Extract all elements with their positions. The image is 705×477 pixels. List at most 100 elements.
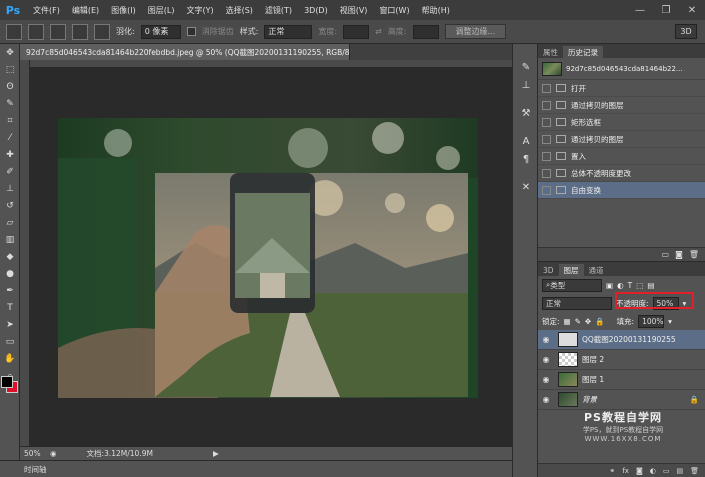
camera-icon[interactable]: ◙	[675, 250, 683, 259]
visibility-eye-icon[interactable]: ◉	[538, 355, 554, 364]
status-arrow-icon[interactable]: ▶	[213, 449, 219, 458]
layer-kind-select[interactable]: ⌕ 类型	[542, 278, 602, 292]
filter-smart-icon[interactable]: ▤	[647, 281, 654, 290]
tab-history[interactable]: 历史记录	[563, 46, 603, 58]
history-brush-source-icon[interactable]	[542, 185, 551, 195]
clone-stamp-icon[interactable]: ⊥	[0, 180, 20, 197]
subtract-selection-icon[interactable]	[72, 23, 88, 40]
close-icon[interactable]: ✕	[679, 0, 705, 20]
menu-edit[interactable]: 编辑(E)	[66, 5, 105, 16]
link-layers-icon[interactable]: ⚭	[609, 467, 615, 475]
layer-row[interactable]: ◉ 图层 1	[538, 370, 705, 390]
brush-icon[interactable]: ✐	[0, 163, 20, 180]
history-item[interactable]: 总体不透明度更改	[538, 165, 705, 182]
group-icon[interactable]: ▭	[663, 467, 670, 475]
hand-icon[interactable]: ✋	[0, 350, 20, 367]
style-select[interactable]: 正常	[264, 24, 313, 39]
quick-select-icon[interactable]: ✎	[0, 95, 20, 112]
gradient-icon[interactable]: ▥	[0, 231, 20, 248]
history-item[interactable]: 矩形选框	[538, 114, 705, 131]
new-selection-icon[interactable]	[28, 23, 44, 40]
foreground-color-swatch[interactable]	[1, 376, 13, 388]
menu-type[interactable]: 文字(Y)	[180, 5, 219, 16]
fill-input[interactable]: 100%	[638, 314, 665, 328]
blend-mode-select[interactable]: 正常	[542, 296, 612, 310]
healing-brush-icon[interactable]: ✚	[0, 146, 20, 163]
filter-type-icon[interactable]: T	[628, 281, 633, 290]
tools-icon[interactable]: ✕	[513, 178, 539, 196]
lock-move-icon[interactable]: ✥	[585, 317, 591, 326]
tab-layers[interactable]: 图层	[558, 264, 584, 276]
timeline-bar[interactable]: 时间轴	[0, 460, 512, 477]
layer-row-selected[interactable]: ◉ QQ截图20200131190255	[538, 330, 705, 350]
menu-select[interactable]: 选择(S)	[220, 5, 259, 16]
menu-layer[interactable]: 图层(L)	[142, 5, 181, 16]
antialias-checkbox[interactable]	[186, 27, 196, 36]
width-input[interactable]	[343, 24, 370, 39]
visibility-eye-icon[interactable]: ◉	[538, 375, 554, 384]
history-brush-source-icon[interactable]	[542, 151, 551, 161]
trash-icon[interactable]: 🗑	[689, 250, 699, 259]
layer-row[interactable]: ◉ 图层 2	[538, 350, 705, 370]
history-item-selected[interactable]: 自由变换	[538, 182, 705, 199]
type-tool-icon[interactable]: T	[0, 299, 20, 316]
3d-workspace-button[interactable]: 3D	[675, 24, 697, 39]
intersect-selection-icon[interactable]	[94, 23, 110, 40]
height-input[interactable]	[412, 24, 439, 39]
lock-paint-icon[interactable]: ✎	[575, 317, 581, 326]
maximize-icon[interactable]: ❐	[653, 0, 679, 20]
paragraph-icon[interactable]: ¶	[513, 150, 539, 168]
tab-properties[interactable]: 属性	[538, 46, 563, 58]
history-brush-icon[interactable]: ↺	[0, 197, 20, 214]
history-snapshot[interactable]: 92d7c85d046543cda81464b22...	[538, 58, 705, 80]
menu-file[interactable]: 文件(F)	[27, 5, 66, 16]
history-item[interactable]: 打开	[538, 80, 705, 97]
history-brush-source-icon[interactable]	[542, 100, 551, 110]
character-icon[interactable]: A	[513, 132, 539, 150]
lock-transparent-icon[interactable]: ▦	[564, 317, 571, 326]
filter-shape-icon[interactable]: ⬚	[636, 281, 643, 290]
eraser-icon[interactable]: ▱	[0, 214, 20, 231]
menu-view[interactable]: 视图(V)	[334, 5, 374, 16]
history-brush-source-icon[interactable]	[542, 117, 551, 127]
history-item[interactable]: 通过拷贝的图层	[538, 131, 705, 148]
tab-3d[interactable]: 3D	[538, 264, 559, 276]
crop-icon[interactable]: ⌗	[0, 112, 20, 129]
pen-icon[interactable]: ✒	[0, 282, 20, 299]
lasso-icon[interactable]: ʘ	[0, 78, 20, 95]
tab-channels[interactable]: 通道	[584, 264, 609, 276]
move-tool-icon[interactable]: ✥	[0, 44, 20, 61]
lock-all-icon[interactable]: 🔒	[595, 317, 604, 326]
history-item[interactable]: 置入	[538, 148, 705, 165]
shape-icon[interactable]: ▭	[0, 333, 20, 350]
add-selection-icon[interactable]	[50, 23, 66, 40]
eyedropper-icon[interactable]: ⁄	[0, 129, 20, 146]
feather-input[interactable]: 0 像素	[140, 24, 181, 39]
delete-layer-icon[interactable]: 🗑	[690, 467, 699, 475]
filter-pixel-icon[interactable]: ▣	[606, 281, 613, 290]
blur-icon[interactable]: ◆	[0, 248, 20, 265]
history-item[interactable]: 通过拷贝的图层	[538, 97, 705, 114]
minimize-icon[interactable]: —	[627, 0, 653, 20]
menu-filter[interactable]: 滤镜(T)	[259, 5, 298, 16]
menu-window[interactable]: 窗口(W)	[373, 5, 415, 16]
tool-preset-icon[interactable]: ⚒	[513, 104, 539, 122]
path-select-icon[interactable]: ➤	[0, 316, 20, 333]
swap-icon[interactable]: ⇄	[375, 27, 382, 36]
rect-marquee-icon[interactable]: ⬚	[0, 61, 20, 78]
menu-image[interactable]: 图像(I)	[105, 5, 142, 16]
menu-3d[interactable]: 3D(D)	[298, 6, 334, 15]
brush-preset-icon[interactable]: ✎	[513, 58, 539, 76]
new-document-icon[interactable]: ▭	[662, 250, 670, 259]
visibility-eye-icon[interactable]: ◉	[538, 335, 554, 344]
clone-source-icon[interactable]: ⊥	[513, 76, 539, 94]
document-tab[interactable]: 92d7c85d046543cda81464b220febdbd.jpeg @ …	[20, 44, 350, 60]
refine-edge-button[interactable]: 调整边缘...	[444, 24, 507, 39]
dodge-icon[interactable]: ●	[0, 265, 20, 282]
history-brush-source-icon[interactable]	[542, 83, 551, 93]
marquee-tool-icon[interactable]	[6, 23, 22, 40]
menu-help[interactable]: 帮助(H)	[416, 5, 456, 16]
new-layer-icon[interactable]: ▤	[676, 467, 683, 475]
layer-mask-icon[interactable]: ◙	[636, 467, 643, 475]
layer-row[interactable]: ◉ 背景 🔒	[538, 390, 705, 410]
